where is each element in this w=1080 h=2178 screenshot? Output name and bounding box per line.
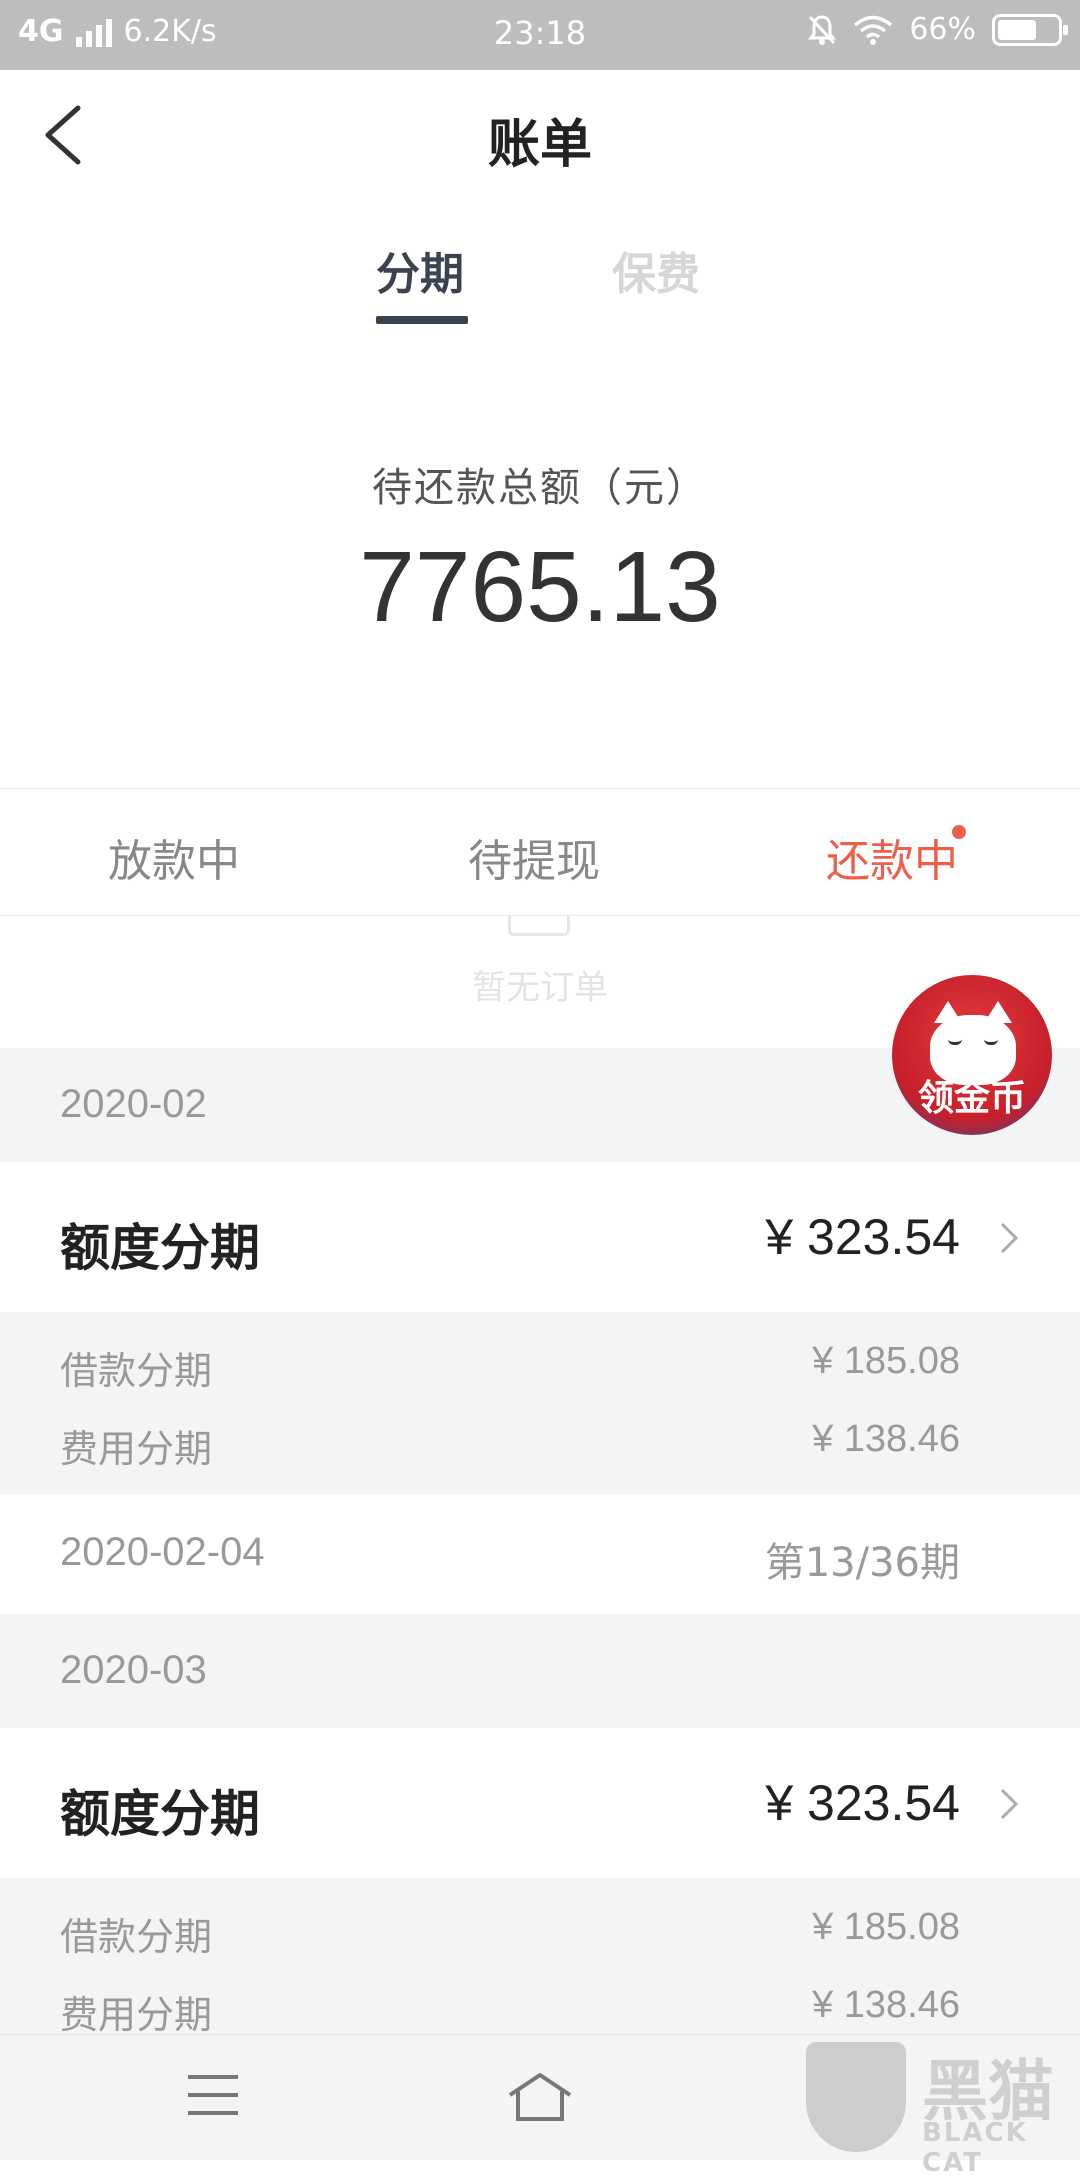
cat-eye [948, 1039, 962, 1045]
watermark-subtext: BLACK CAT [922, 2118, 1028, 2178]
battery-icon [992, 13, 1068, 46]
bill-item[interactable]: 额度分期 ¥ 323.54 [0, 1162, 1080, 1312]
tab-repaying-label: 还款中 [826, 836, 958, 887]
bill-amount: ¥ 323.54 [765, 1775, 960, 1831]
tab-disbursing[interactable]: 放款中 [108, 825, 240, 889]
watermark: 黑猫 BLACK CAT [806, 2036, 1076, 2178]
status-right: 66% [807, 12, 1068, 47]
status-tabs: 放款中 待提现 还款中 [0, 788, 1080, 916]
detail-label: 借款分期 [60, 1349, 213, 1393]
detail-label: 借款分期 [60, 1915, 213, 1959]
home-icon[interactable] [504, 2069, 576, 2125]
status-bar: 4G 6.2K/s 23:18 66% [0, 0, 1080, 70]
black-cat-logo-icon [806, 2042, 906, 2152]
active-tab-indicator [376, 316, 468, 324]
bill-item[interactable]: 额度分期 ¥ 323.54 [0, 1728, 1080, 1878]
detail-row: 费用分期 ¥ 138.46 [60, 1984, 960, 2039]
month-label: 2020-03 [60, 1648, 207, 1692]
tab-repaying[interactable]: 还款中 [826, 825, 966, 889]
due-row: 2020-02-04 第13/36期 [0, 1494, 1080, 1612]
bill-details: 借款分期 ¥ 185.08 费用分期 ¥ 138.46 [0, 1878, 1080, 2060]
chevron-right-icon [1000, 1222, 1019, 1254]
detail-value: ¥ 185.08 [812, 1906, 960, 1948]
battery-percent: 66% [909, 12, 976, 47]
bell-off-icon [808, 14, 837, 45]
due-date: 2020-02-04 [60, 1530, 265, 1574]
detail-row: 费用分期 ¥ 138.46 [60, 1418, 960, 1473]
menu-icon[interactable] [188, 2075, 238, 2115]
wifi-icon [854, 15, 893, 45]
month-header: 2020-03 [0, 1614, 1080, 1728]
tab-insurance[interactable]: 保费 [612, 238, 700, 302]
empty-box-icon [508, 916, 570, 936]
tab-pending-withdrawal[interactable]: 待提现 [468, 825, 600, 889]
battery-fill [998, 19, 1037, 40]
bill-title: 额度分期 [60, 1785, 260, 1843]
tab-installment[interactable]: 分期 [376, 238, 464, 302]
chevron-right-icon [1000, 1788, 1019, 1820]
installment-period: 第13/36期 [764, 1540, 960, 1586]
detail-row: 借款分期 ¥ 185.08 [60, 1340, 960, 1395]
notification-dot [952, 825, 966, 839]
detail-row: 借款分期 ¥ 185.08 [60, 1906, 960, 1961]
detail-value: ¥ 138.46 [812, 1418, 960, 1460]
total-due-label: 待还款总额（元） [372, 465, 708, 511]
detail-value: ¥ 185.08 [812, 1340, 960, 1382]
bill-details: 借款分期 ¥ 185.08 费用分期 ¥ 138.46 [0, 1312, 1080, 1494]
bill-amount: ¥ 323.54 [765, 1209, 960, 1265]
month-label: 2020-02 [60, 1082, 207, 1126]
top-tabs: 分期 保费 [0, 228, 1080, 338]
detail-label: 费用分期 [60, 1427, 213, 1471]
collect-coins-badge[interactable]: 领金币 [892, 975, 1052, 1135]
page-title: 账单 [487, 115, 592, 175]
bill-title: 额度分期 [60, 1219, 260, 1277]
detail-label: 费用分期 [60, 1993, 213, 2037]
collect-coins-label: 领金币 [917, 1078, 1026, 1119]
header: 账单 [0, 70, 1080, 200]
cat-eye [984, 1039, 998, 1045]
total-due-amount: 7765.13 [359, 531, 721, 643]
detail-value: ¥ 138.46 [812, 1984, 960, 2026]
